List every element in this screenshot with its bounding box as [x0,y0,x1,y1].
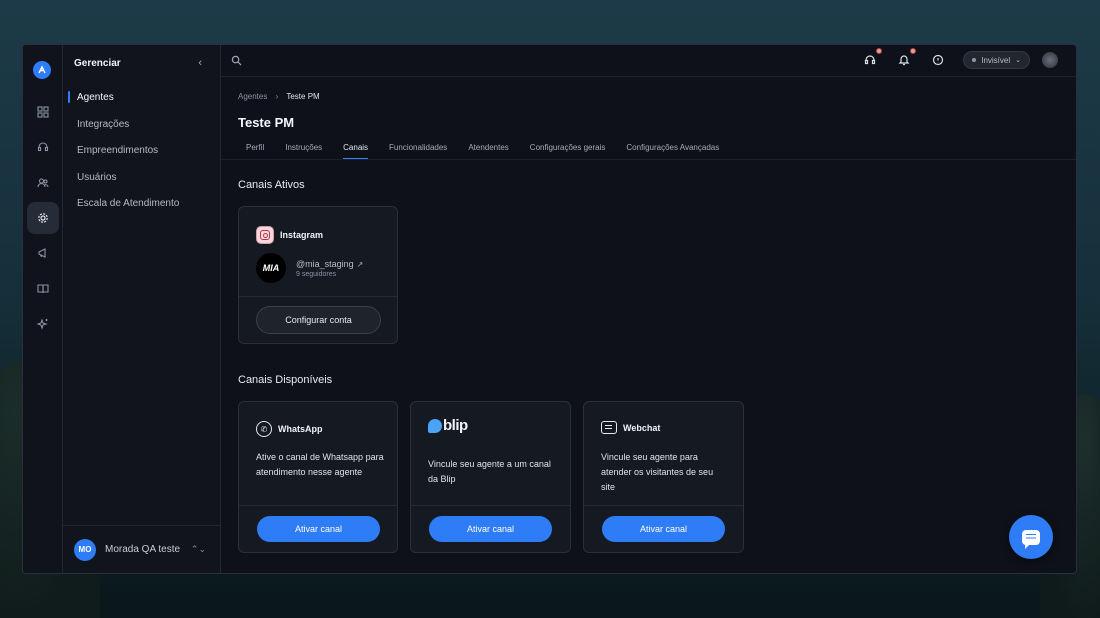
blip-card: blip Vincule seu agente a um canal da Bl… [410,401,571,553]
tab-configuracoes-gerais[interactable]: Configurações gerais [530,143,606,160]
tab-funcionalidades[interactable]: Funcionalidades [389,143,447,160]
whatsapp-icon: ✆ [256,421,272,437]
sidebar-item-usuarios[interactable]: Usuários [77,172,116,183]
blip-logo: blip [428,417,468,434]
configure-account-button[interactable]: Configurar conta [256,306,381,334]
user-name: Morada QA teste [105,544,181,555]
tab-canais[interactable]: Canais [343,143,369,160]
chevron-left-icon[interactable]: ‹ [198,57,202,69]
icon-rail [23,45,63,573]
instagram-account: MIA @mia_staging ↗ 9 seguidores [256,253,363,283]
chat-bubble-icon [1022,529,1040,549]
sidebar-item-integracoes[interactable]: Integrações [77,119,129,130]
chat-icon [601,421,617,434]
tab-perfil[interactable]: Perfil [246,143,264,160]
section-title-available: Canais Disponíveis [238,374,333,386]
page-title: Teste PM [238,115,295,130]
tabs: Perfil Instruções Canais Funcionalidades… [246,143,740,160]
tab-atendentes[interactable]: Atendentes [468,143,508,160]
card-header: ✆ WhatsApp [256,421,323,437]
activate-blip-button[interactable]: Ativar canal [429,516,552,542]
channel-name: WhatsApp [278,424,323,434]
activate-whatsapp-button[interactable]: Ativar canal [257,516,380,542]
card-header: Instagram [256,226,323,244]
book-icon[interactable] [27,273,59,305]
card-divider [239,296,397,297]
main-content: Agentes › Teste PM Teste PM Perfil Instr… [221,77,1076,573]
card-divider [239,505,397,506]
sidebar-item-empreendimentos[interactable]: Empreendimentos [77,145,158,156]
blip-icon [428,418,442,433]
channel-name: Webchat [623,422,661,433]
search-icon[interactable] [231,53,242,71]
breadcrumb: Agentes › Teste PM [238,92,320,101]
external-link-icon[interactable]: ↗ [357,260,364,269]
status-select[interactable]: Invisível ⌄ [963,51,1030,69]
section-title-active: Canais Ativos [238,179,305,191]
account-avatar: MIA [256,253,286,283]
grid-icon[interactable] [27,96,59,128]
tabs-divider [221,159,1076,160]
sidebar-item-escala[interactable]: Escala de Atendimento [77,198,179,209]
card-header: Webchat [601,421,660,434]
status-label: Invisível [981,55,1011,65]
avatar[interactable] [1042,52,1058,68]
avatar: MO [74,538,96,561]
sparkles-icon[interactable] [27,308,59,340]
logo-icon[interactable] [33,61,51,79]
account-handle-row[interactable]: @mia_staging ↗ [296,259,363,269]
channel-description: Vincule seu agente para atender os visit… [601,452,714,492]
settings-icon[interactable] [27,202,59,234]
sidebar: Gerenciar ‹ Agentes Integrações Empreend… [63,45,221,573]
headset-icon[interactable] [861,48,883,69]
megaphone-icon[interactable] [27,237,59,269]
breadcrumb-parent[interactable]: Agentes [238,92,267,101]
channel-description: Ative o canal de Whatsapp para atendimen… [256,452,384,477]
chevron-right-icon: › [275,92,279,101]
user-switcher[interactable]: MO Morada QA teste ⌃⌄ [63,525,220,573]
sidebar-title: Gerenciar [74,58,121,69]
instagram-card: Instagram MIA @mia_staging ↗ 9 seguidores… [238,206,398,344]
chevron-down-icon: ⌄ [1015,57,1021,64]
breadcrumb-current: Teste PM [286,92,320,101]
whatsapp-card: ✆ WhatsApp Ative o canal de Whatsapp par… [238,401,398,553]
status-dot [972,58,977,62]
channel-name: blip [443,417,468,434]
channel-name: Instagram [280,230,324,240]
bell-icon[interactable] [895,48,917,69]
chat-support-button[interactable] [1009,515,1053,559]
users-icon[interactable] [27,167,59,199]
notification-badge [876,48,883,54]
help-icon[interactable] [929,51,947,69]
notification-badge [910,48,917,54]
instagram-icon [256,226,274,244]
sidebar-item-agentes[interactable]: Agentes [77,92,114,103]
app-window: Gerenciar ‹ Agentes Integrações Empreend… [22,44,1077,574]
card-divider [584,505,743,506]
card-divider [411,505,570,506]
followers-count: 9 seguidores [296,270,337,278]
card-header: blip [428,417,468,434]
top-bar: Invisível ⌄ [221,45,1076,77]
channel-description: Vincule seu agente a um canal da Blip [428,459,551,484]
activate-webchat-button[interactable]: Ativar canal [602,516,725,542]
headset-icon[interactable] [27,131,59,163]
tab-instrucoes[interactable]: Instruções [285,143,322,160]
webchat-card: Webchat Vincule seu agente para atender … [583,401,744,553]
tab-configuracoes-avancadas[interactable]: Configurações Avançadas [626,143,719,160]
chevron-up-down-icon[interactable]: ⌃⌄ [191,544,206,555]
sidebar-active-indicator [68,91,70,103]
account-handle: @mia_staging [296,258,354,269]
